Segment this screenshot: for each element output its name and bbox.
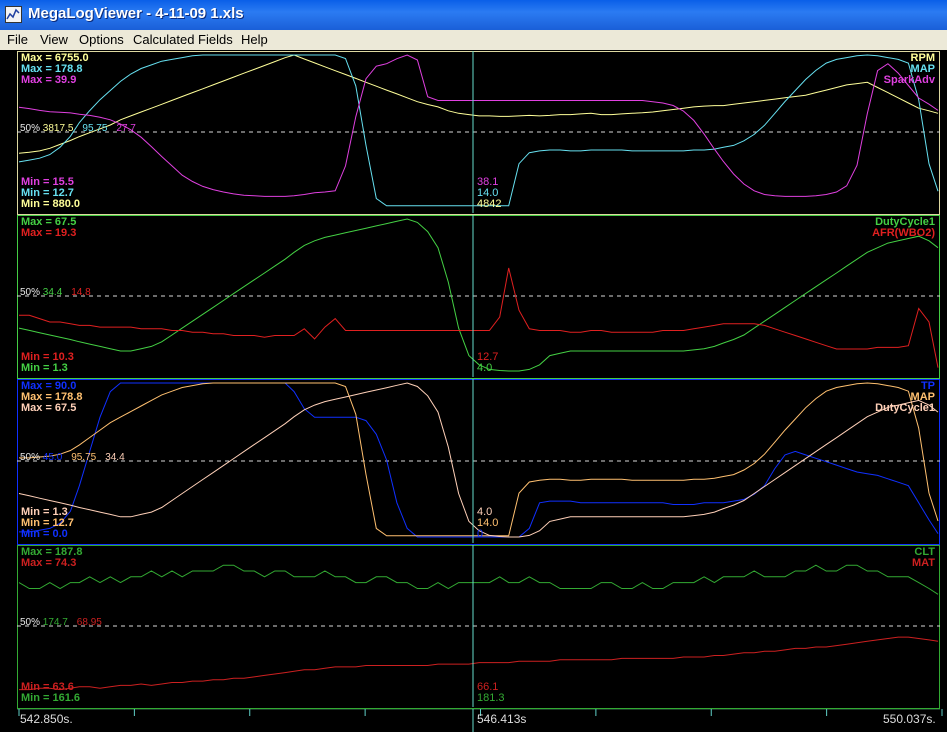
time-start: 542.850s. [20,712,73,726]
midline-value-label: 95.75 [71,452,97,463]
min-label: Min = 161.6 [21,692,81,704]
series-line-dutycycle1 [18,218,939,372]
chart-icon [5,6,22,23]
midline-value-label: 14.8 [71,287,91,298]
midline-value-label: 68.95 [76,617,102,628]
series-name-label: MAT [911,557,935,569]
midline-percent-label: 50% [20,617,41,628]
cursor-value-label: 0 [477,528,484,540]
series-line-clt [18,564,939,595]
midline-value-label: 45.0 [42,452,63,463]
midline-percent-label: 50% [20,287,41,298]
log-viewer-area: Max = 6755.0 Max = 178.8 Max = 39.9 Min = 1… [0,50,947,732]
max-label: Max = 39.9 [21,74,77,86]
max-label: Max = 67.5 [21,402,77,414]
menu-help[interactable]: Help [241,32,268,47]
chart-panel-engine[interactable]: Max = 6755.0 Max = 178.8 Max = 39.9 Min = 1… [17,51,940,215]
time-cursor: 546.413s [477,712,527,726]
cursor-value-label: 4842 [477,198,502,210]
min-label: Min = 1.3 [21,362,68,374]
midline-value-label: 34.4 [105,452,125,463]
midline-value-label: 27.7 [116,123,136,134]
time-axis[interactable] [0,709,947,732]
midline-value-label: 174.7 [42,617,68,628]
menu-options[interactable]: Options [79,32,124,47]
chart-panel-throttle[interactable]: Max = 90.0 Max = 178.8 Max = 67.5 Min = 1.3… [17,379,940,545]
series-name-label: DutyCycle1 [875,402,935,414]
series-name-label: SparkAdv [883,74,935,86]
menu-bar: File View Options Calculated Fields Help [0,30,947,51]
max-label: Max = 74.3 [21,557,77,569]
max-label: Max = 19.3 [21,227,77,239]
midline-value-label: 3817.5 [42,123,74,134]
menu-view[interactable]: View [40,32,68,47]
cursor-value-label: 181.3 [477,692,505,704]
min-label: Min = 880.0 [21,198,81,210]
cursor-value-label: 4.0 [477,362,493,374]
chart-panel-fuel[interactable]: Max = 67.5 Max = 19.3 Min = 10.3 Min = 1.3 D… [17,215,940,379]
chart-panel-temps[interactable]: Max = 187.8 Max = 74.3 Min = 63.6 Min = 161… [17,545,940,709]
min-label: Min = 0.0 [21,528,68,540]
title-bar: MegaLogViewer - 4-11-09 1.xls [0,0,947,30]
midline-percent-label: 50% [20,123,41,134]
midline-value-label: 95.75 [82,123,108,134]
midline-percent-label: 50% [20,452,41,463]
series-name-label: AFR(WBO2) [872,227,935,239]
window-title: MegaLogViewer - 4-11-09 1.xls [28,5,244,22]
menu-file[interactable]: File [7,32,28,47]
menu-calculated-fields[interactable]: Calculated Fields [133,32,233,47]
time-end: 550.037s. [883,712,936,726]
midline-value-label: 34.4 [42,287,63,298]
series-line-rpm [18,54,939,154]
